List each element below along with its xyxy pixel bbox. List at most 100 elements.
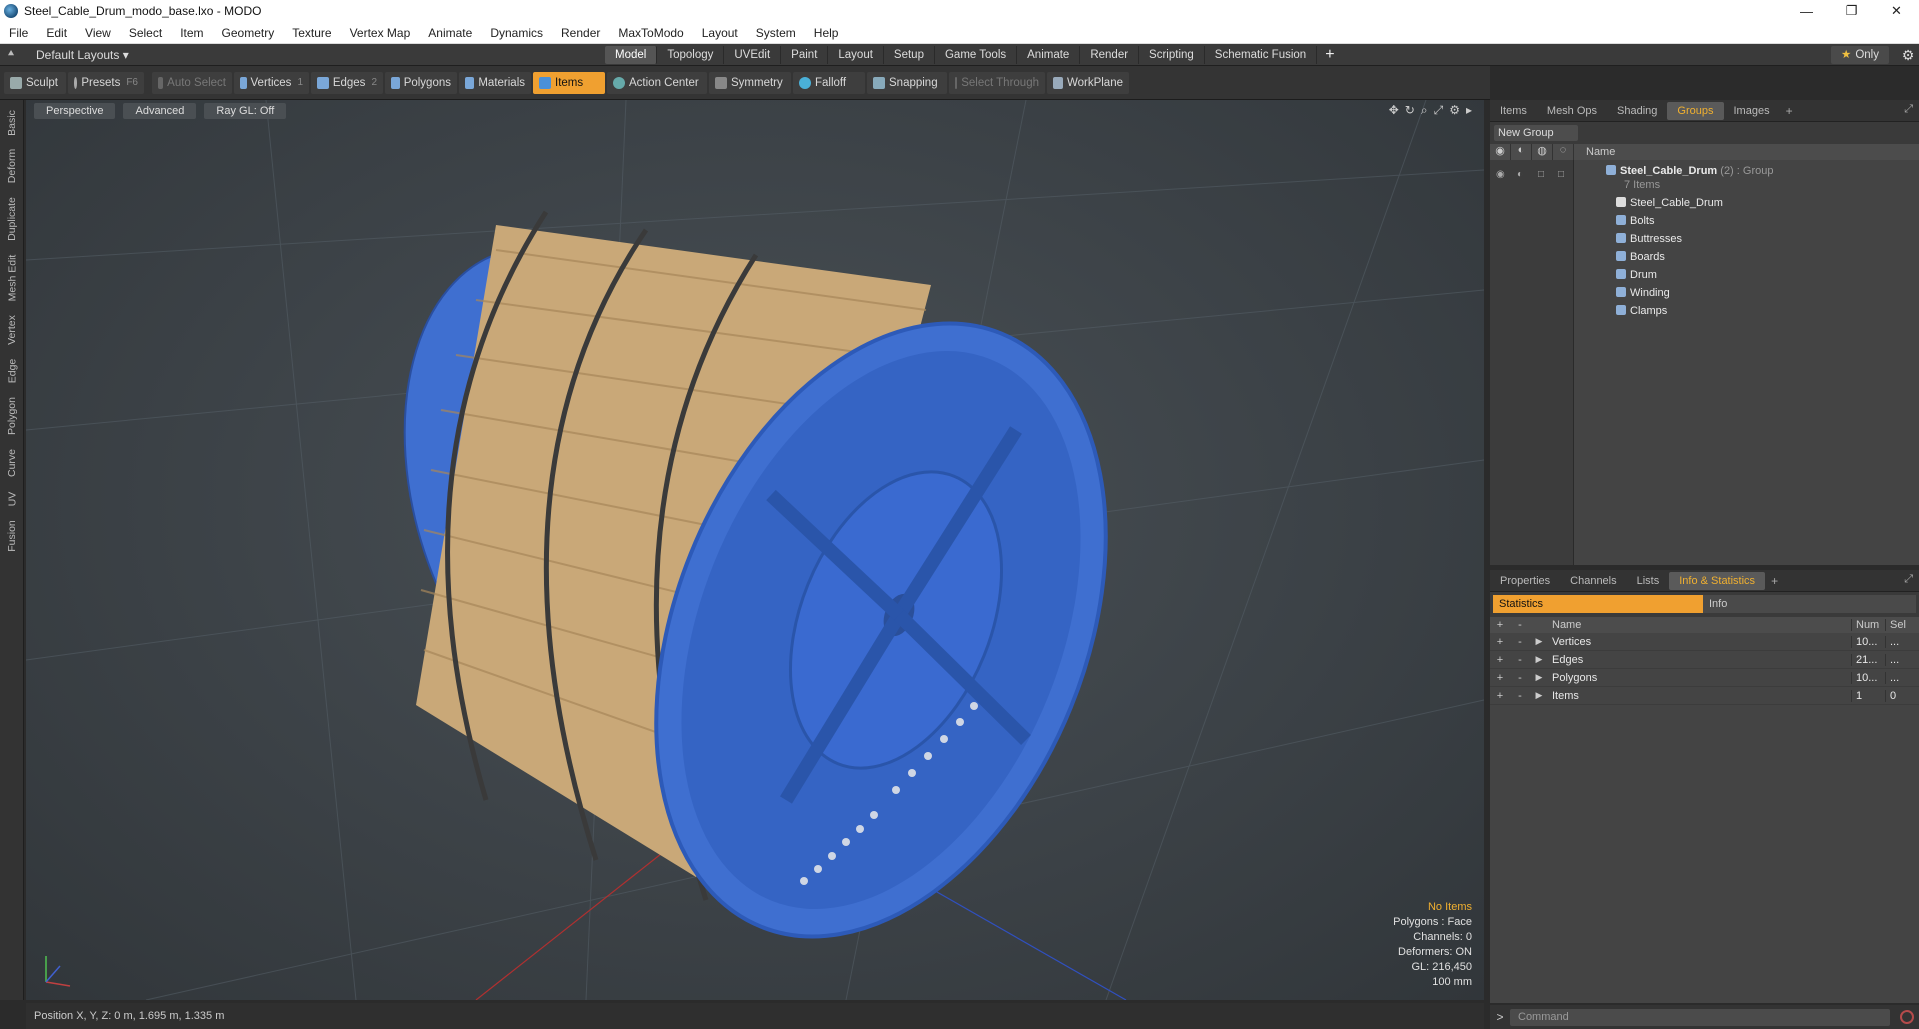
vtab-uv[interactable]: UV [0,486,24,512]
only-toggle-button[interactable]: ★ Only [1831,46,1889,64]
symmetry-button[interactable]: Symmetry [709,71,791,94]
viewport-menu-icon[interactable]: ▸ [1466,103,1472,118]
command-input[interactable]: Command [1510,1008,1890,1026]
tab-model[interactable]: Model [605,45,658,64]
vtab-mesh-edit[interactable]: Mesh Edit [0,250,24,306]
menu-file[interactable]: File [0,26,37,40]
stats-row-polygons[interactable]: + - ▶ Polygons 10... ... [1490,669,1919,687]
menu-view[interactable]: View [76,26,120,40]
tab-animate[interactable]: Animate [1017,45,1081,64]
menu-select[interactable]: Select [120,26,171,40]
add-panel-tab-icon[interactable]: + [1780,104,1799,118]
vtab-edge[interactable]: Edge [0,354,24,388]
maximize-button[interactable]: ❐ [1829,0,1874,22]
tab-topology[interactable]: Topology [657,45,725,64]
tab-paint[interactable]: Paint [781,45,829,64]
stats-row-items[interactable]: + - ▶ Items 1 0 [1490,687,1919,705]
tab-mesh-ops[interactable]: Mesh Ops [1537,102,1607,120]
fit-icon[interactable]: ⤢ [1434,103,1444,118]
stats-row-edges[interactable]: + - ▶ Edges 21... ... [1490,651,1919,669]
tab-schematic-fusion[interactable]: Schematic Fusion [1205,45,1318,64]
tab-shading[interactable]: Shading [1607,102,1667,120]
menu-geometry[interactable]: Geometry [213,26,284,40]
menu-texture[interactable]: Texture [283,26,340,40]
edges-button[interactable]: Edges 2 [311,71,383,94]
layout-toggle-icon[interactable]: ⯅ [0,48,22,61]
menu-system[interactable]: System [747,26,805,40]
tab-channels[interactable]: Channels [1560,572,1626,590]
workplane-button[interactable]: WorkPlane [1047,71,1129,94]
statistics-subtab[interactable]: Statistics [1493,595,1703,613]
items-button[interactable]: Items [533,71,605,94]
add-selection-icon[interactable]: + [1490,690,1510,702]
zoom-icon[interactable]: ⌕ [1421,103,1428,118]
visibility-col-icon[interactable]: ◉ [1490,144,1511,160]
menu-animate[interactable]: Animate [419,26,481,40]
info-subtab[interactable]: Info [1703,595,1916,613]
tab-properties[interactable]: Properties [1490,572,1560,590]
add-panel-tab-icon[interactable]: + [1765,574,1784,588]
remove-selection-icon[interactable]: - [1510,636,1530,648]
vtab-basic[interactable]: Basic [0,106,24,140]
tab-groups[interactable]: Groups [1667,101,1724,120]
expand-panel-icon[interactable]: ⤢ [1904,573,1913,586]
group-child-row[interactable]: Winding [1490,284,1919,302]
expand-arrow-icon[interactable]: ▶ [1530,672,1548,683]
vertices-button[interactable]: Vertices 1 [234,71,309,94]
new-group-button[interactable]: New Group [1494,125,1578,141]
auto-select-button[interactable]: Auto Select [152,71,232,94]
vtab-polygon[interactable]: Polygon [0,392,24,440]
menu-dynamics[interactable]: Dynamics [481,26,552,40]
3d-viewport[interactable]: Perspective Advanced Ray GL: Off ✥ ↻ ⌕ ⤢… [26,100,1484,1000]
lock-col-icon[interactable]: ◍ [1532,144,1553,160]
raygl-toggle[interactable]: Ray GL: Off [204,103,287,119]
stats-row-vertices[interactable]: + - ▶ Vertices 10... ... [1490,633,1919,651]
expand-arrow-icon[interactable]: ▶ [1530,636,1548,647]
vtab-deform[interactable]: Deform [0,144,24,188]
close-button[interactable]: ✕ [1874,0,1919,22]
snapping-button[interactable]: Snapping [867,71,947,94]
vtab-fusion[interactable]: Fusion [0,516,24,556]
group-child-row[interactable]: Drum [1490,266,1919,284]
expand-all-icon[interactable]: + [1490,619,1510,631]
shading-dropdown[interactable]: Advanced [123,103,197,119]
remove-selection-icon[interactable]: - [1510,654,1530,666]
expand-arrow-icon[interactable]: ▶ [1530,654,1548,665]
expand-arrow-icon[interactable]: ▶ [1530,690,1548,701]
polygons-button[interactable]: Polygons [385,71,457,94]
menu-edit[interactable]: Edit [37,26,76,40]
remove-selection-icon[interactable]: - [1510,672,1530,684]
tab-images[interactable]: Images [1724,102,1780,120]
materials-button[interactable]: Materials [459,71,531,94]
group-child-row[interactable]: Steel_Cable_Drum [1490,194,1919,212]
tab-layout[interactable]: Layout [828,45,884,64]
group-child-row[interactable]: Clamps [1490,302,1919,320]
menu-item[interactable]: Item [171,26,212,40]
add-selection-icon[interactable]: + [1490,672,1510,684]
group-child-row[interactable]: Buttresses [1490,230,1919,248]
vtab-duplicate[interactable]: Duplicate [0,192,24,246]
group-child-row[interactable]: Bolts [1490,212,1919,230]
tab-scripting[interactable]: Scripting [1139,45,1205,64]
tab-uvedit[interactable]: UVEdit [724,45,782,64]
add-selection-icon[interactable]: + [1490,636,1510,648]
record-macro-icon[interactable] [1900,1010,1914,1024]
presets-button[interactable]: Presets F6 [68,71,144,94]
vtab-vertex[interactable]: Vertex [0,310,24,350]
tab-lists[interactable]: Lists [1627,572,1670,590]
group-child-row[interactable]: Boards [1490,248,1919,266]
expand-panel-icon[interactable]: ⤢ [1904,103,1913,116]
menu-help[interactable]: Help [805,26,848,40]
add-tab-icon[interactable]: + [1317,46,1342,64]
falloff-button[interactable]: Falloff [793,71,865,94]
menu-layout[interactable]: Layout [693,26,747,40]
action-center-button[interactable]: Action Center [607,71,707,94]
menu-vertex-map[interactable]: Vertex Map [341,26,420,40]
rotate-icon[interactable]: ↻ [1405,103,1415,118]
tab-items[interactable]: Items [1490,102,1537,120]
menu-render[interactable]: Render [552,26,609,40]
minimize-button[interactable]: — [1784,0,1829,22]
tab-info-statistics[interactable]: Info & Statistics [1669,571,1766,590]
menu-maxtomodo[interactable]: MaxToModo [609,26,692,40]
collapse-all-icon[interactable]: - [1510,619,1530,631]
